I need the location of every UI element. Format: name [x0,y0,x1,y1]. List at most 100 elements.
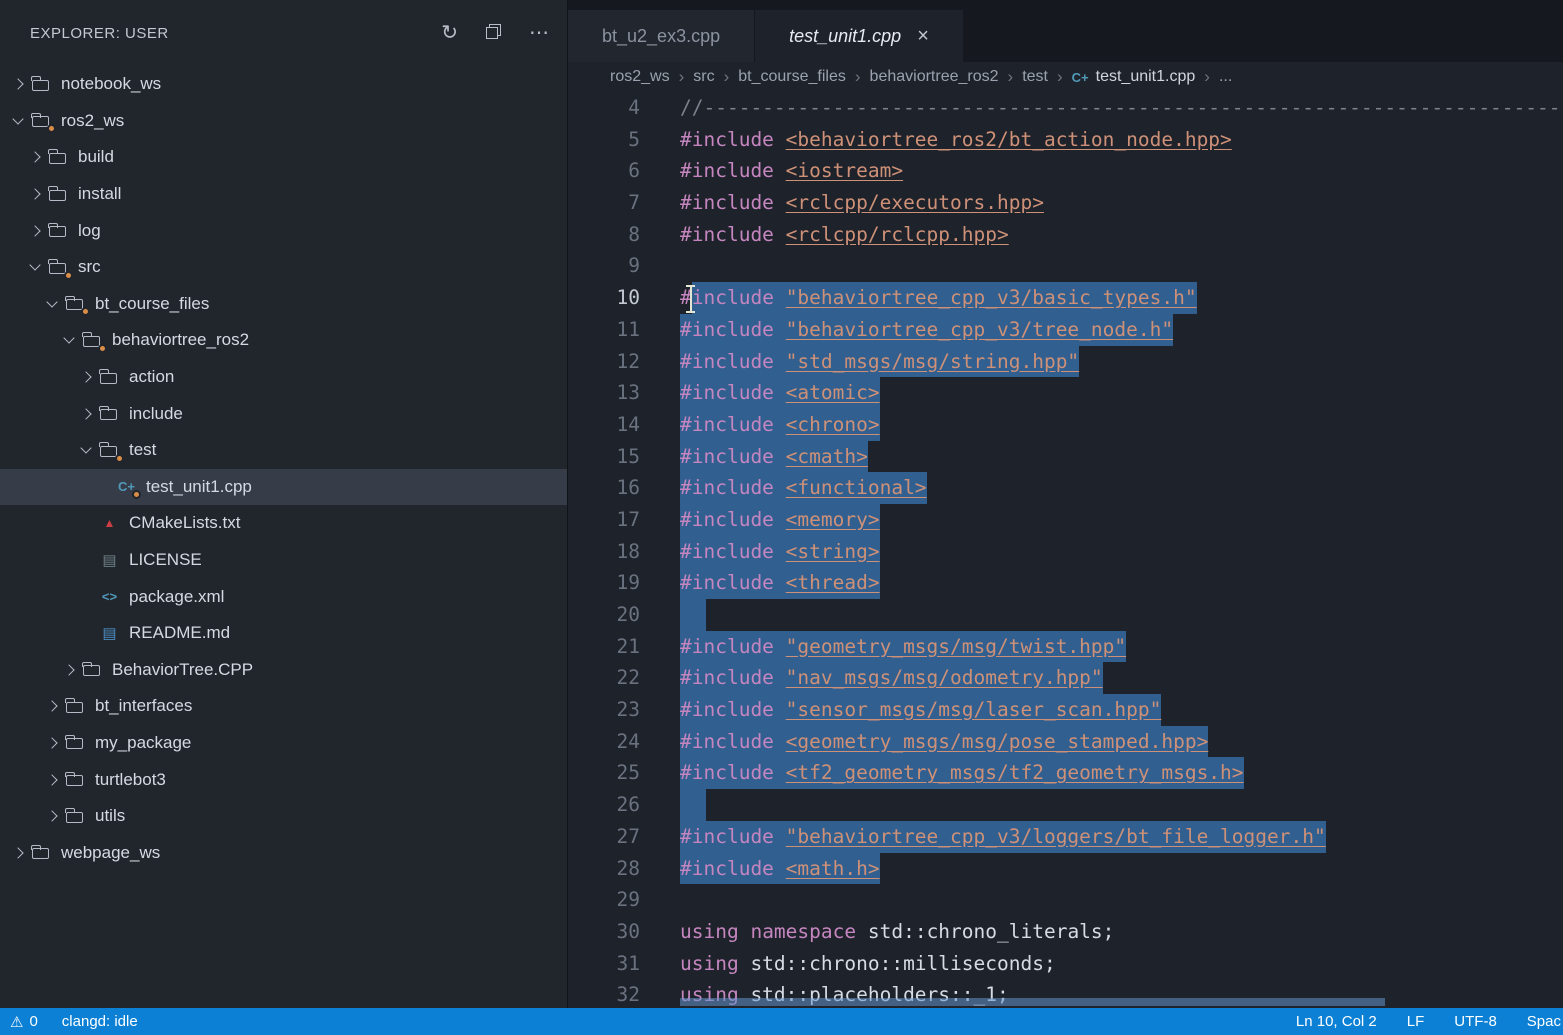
code-area[interactable]: 4//-------------------------------------… [568,92,1563,1008]
collapse-folders-icon[interactable] [486,23,501,43]
tree-item-install[interactable]: install [0,176,567,213]
code-line: 31using std::chrono::milliseconds; [568,948,1563,980]
status-left[interactable]: ⚠ 0 clangd: idle [10,1013,138,1031]
code-line: 19#include <thread> [568,567,1563,599]
chevron-down-icon[interactable] [76,448,96,452]
tree-item-utils[interactable]: utils [0,798,567,835]
line-content [640,250,680,282]
folder-icon [66,734,85,751]
code-line: 6#include <iostream> [568,155,1563,187]
chevron-down-icon[interactable] [42,302,62,306]
chevron-down-icon[interactable] [25,265,45,269]
code-token: #include [680,155,774,187]
code-token: include [692,282,774,314]
chevron-right-icon[interactable] [8,80,28,88]
status-cursor-position[interactable]: Ln 10, Col 2 [1296,1013,1377,1030]
tree-item-bt-interfaces[interactable]: bt_interfaces [0,688,567,725]
code-token: #include [680,662,774,694]
tree-item-my-package[interactable]: my_package [0,725,567,762]
status-eol[interactable]: LF [1407,1013,1425,1030]
folder-shape [49,190,66,201]
line-content: #include "std_msgs/msg/string.hpp" [640,346,1079,378]
tree-item-package-xml[interactable]: <>package.xml [0,578,567,615]
breadcrumb-separator-icon: › [679,67,685,87]
tree-item-bt-course-files[interactable]: bt_course_files [0,286,567,323]
line-number: 13 [568,377,640,409]
chevron-right-icon[interactable] [8,849,28,857]
code-token: "behaviortree_cpp_v3/basic_types.h" [786,282,1197,314]
chevron-right-icon[interactable] [42,812,62,820]
close-icon[interactable]: × [917,25,929,48]
tree-item-ros2-ws[interactable]: ros2_ws [0,103,567,140]
horizontal-scrollbar-thumb[interactable] [680,998,1385,1006]
breadcrumb-item-test-unit1-cpp[interactable]: C+test_unit1.cpp [1072,68,1196,86]
chevron-right-icon[interactable] [42,739,62,747]
tree-item-cmakelists-txt[interactable]: ▲CMakeLists.txt [0,505,567,542]
tree-item-label: test_unit1.cpp [146,477,252,497]
breadcrumb-item-src[interactable]: src [693,68,714,86]
status-indentation[interactable]: Spac [1527,1013,1561,1030]
line-number: 29 [568,884,640,916]
tree-item-notebook-ws[interactable]: notebook_ws [0,66,567,103]
tab-bt-u2-ex3-cpp[interactable]: bt_u2_ex3.cpp [568,10,755,62]
chevron-right-icon[interactable] [76,373,96,381]
breadcrumb-item-behaviortree-ros2[interactable]: behaviortree_ros2 [870,68,999,86]
tree-item-readme-md[interactable]: ▤README.md [0,615,567,652]
tab-test-unit1-cpp[interactable]: test_unit1.cpp× [755,10,964,62]
breadcrumb-item--[interactable]: ... [1219,68,1232,86]
folder-shape [66,775,83,786]
chevron-right-icon[interactable] [25,153,45,161]
tree-item-webpage-ws[interactable]: webpage_ws [0,834,567,871]
tree-item-behaviortree-ros2[interactable]: behaviortree_ros2 [0,322,567,359]
tree-item-label: ros2_ws [61,111,124,131]
line-number: 11 [568,314,640,346]
tree-item-log[interactable]: log [0,212,567,249]
chevron-right-icon[interactable] [42,776,62,784]
line-number: 12 [568,346,640,378]
selection-highlight: #include "geometry_msgs/msg/twist.hpp" [680,631,1126,663]
tree-item-test-unit1-cpp[interactable]: C+ test_unit1.cpp [0,469,567,506]
chevron-right-icon[interactable] [25,190,45,198]
code-line: 13#include <atomic> [568,377,1563,409]
cpp-file-icon: C+ [117,478,136,495]
line-content: #include <geometry_msgs/msg/pose_stamped… [640,726,1208,758]
code-token: <atomic> [786,377,880,409]
breadcrumb-item-bt-course-files[interactable]: bt_course_files [738,68,846,86]
tree-item-test[interactable]: test [0,432,567,469]
tree-item-behaviortree-cpp[interactable]: BehaviorTree.CPP [0,652,567,689]
code-token: #include [680,441,774,473]
selection-highlight: #include "behaviortree_cpp_v3/loggers/bt… [680,821,1326,853]
more-actions-icon[interactable]: ⋯ [529,23,549,43]
chevron-right-icon[interactable] [25,227,45,235]
tree-item-include[interactable]: include [0,395,567,432]
chevron-right-icon[interactable] [59,666,79,674]
modified-dot [64,271,73,280]
line-content: #include "sensor_msgs/msg/laser_scan.hpp… [640,694,1161,726]
breadcrumb-item-test[interactable]: test [1022,68,1048,86]
breadcrumb-item-ros2-ws[interactable]: ros2_ws [610,68,670,86]
tree-item-build[interactable]: build [0,139,567,176]
chevron-right-icon[interactable] [76,410,96,418]
line-content: #include <functional> [640,472,927,504]
line-number: 23 [568,694,640,726]
chevron-down-icon[interactable] [8,119,28,123]
tree-item-action[interactable]: action [0,359,567,396]
tree-item-label: utils [95,806,125,826]
chevron-right-icon[interactable] [42,702,62,710]
code-token: std::chrono::milliseconds; [739,948,1056,980]
tree-item-label: install [78,184,121,204]
code-token: #include [680,124,774,156]
folder-icon [32,112,51,129]
tree-item-turtlebot3[interactable]: turtlebot3 [0,761,567,798]
modified-dot [81,307,90,316]
code-token [774,662,786,694]
folder-shape [66,702,83,713]
code-token: <memory> [786,504,880,536]
status-encoding[interactable]: UTF-8 [1454,1013,1497,1030]
code-line: 26 [568,789,1563,821]
tree-item-src[interactable]: src [0,249,567,286]
refresh-icon[interactable]: ↻ [441,23,458,43]
modified-dot [115,454,124,463]
chevron-down-icon[interactable] [59,338,79,342]
tree-item-license[interactable]: ▤LICENSE [0,542,567,579]
